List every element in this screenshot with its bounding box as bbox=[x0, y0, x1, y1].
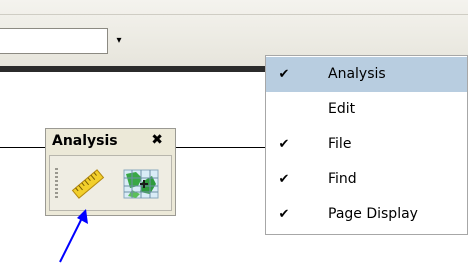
annotation-arrow bbox=[59, 209, 88, 263]
